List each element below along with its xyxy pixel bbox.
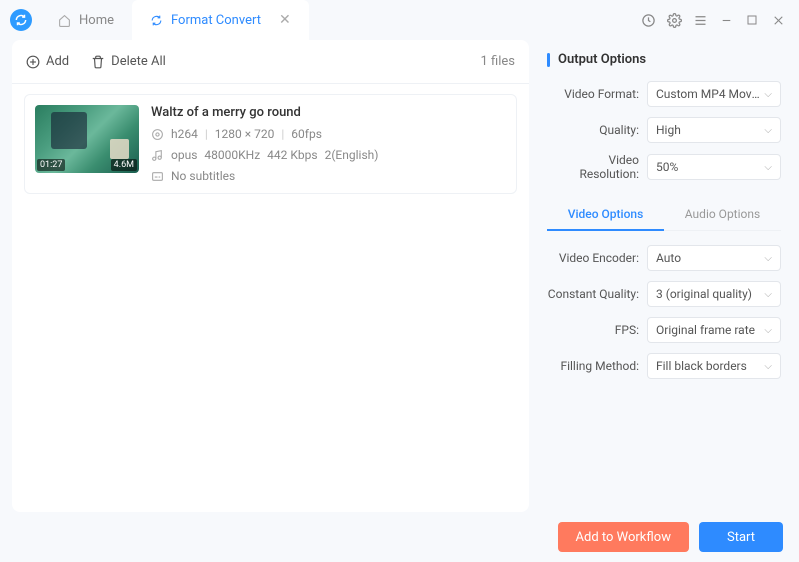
video-format-select[interactable]: Custom MP4 Movie(…⌵	[647, 81, 781, 107]
minimize-icon[interactable]	[715, 9, 737, 31]
subtitle-icon	[151, 170, 164, 183]
file-title: Waltz of a merry go round	[151, 105, 506, 120]
resolution-select[interactable]: 50%⌵	[647, 154, 781, 180]
tab-home-label: Home	[79, 13, 114, 28]
video-options-tab[interactable]: Video Options	[547, 199, 664, 231]
resolution-label: Video Resolution:	[547, 153, 647, 181]
footer: Add to Workflow Start	[0, 512, 799, 562]
video-format-label: Video Format:	[547, 87, 647, 101]
chevron-down-icon: ⌵	[764, 125, 772, 136]
add-label: Add	[46, 54, 69, 69]
add-to-workflow-button[interactable]: Add to Workflow	[558, 522, 689, 552]
history-icon[interactable]	[637, 9, 659, 31]
duration-badge: 01:27	[37, 159, 65, 171]
filling-method-label: Filling Method:	[547, 359, 647, 373]
plus-icon	[26, 55, 40, 69]
chevron-down-icon: ⌵	[764, 289, 772, 300]
constant-quality-select[interactable]: 3 (original quality)⌵	[647, 281, 781, 307]
subtitle-meta-row: No subtitles	[151, 169, 506, 183]
file-panel: Add Delete All 1 files 01:27 4.6M Waltz …	[12, 40, 529, 512]
tab-home[interactable]: Home	[40, 0, 132, 40]
video-meta-row: h264| 1280 × 720| 60fps	[151, 127, 506, 141]
file-item[interactable]: 01:27 4.6M Waltz of a merry go round h26…	[24, 94, 517, 194]
chevron-down-icon: ⌵	[764, 253, 772, 264]
quality-select[interactable]: High⌵	[647, 117, 781, 143]
start-button[interactable]: Start	[699, 522, 783, 552]
filling-method-select[interactable]: Fill black borders⌵	[647, 353, 781, 379]
home-icon	[58, 14, 71, 27]
trash-icon	[91, 55, 105, 69]
close-window-icon[interactable]	[767, 9, 789, 31]
chevron-down-icon: ⌵	[764, 361, 772, 372]
toolbar: Add Delete All 1 files	[12, 40, 529, 84]
chevron-down-icon: ⌵	[764, 325, 772, 336]
delete-all-button[interactable]: Delete All	[91, 54, 166, 69]
video-encoder-select[interactable]: Auto⌵	[647, 245, 781, 271]
title-bar: Home Format Convert ✕	[0, 0, 799, 40]
tab-format-convert[interactable]: Format Convert ✕	[132, 0, 309, 40]
video-encoder-label: Video Encoder:	[547, 251, 647, 265]
fps-label: FPS:	[547, 323, 647, 337]
menu-icon[interactable]	[689, 9, 711, 31]
output-options-heading: Output Options	[547, 52, 781, 67]
audio-icon	[151, 149, 164, 162]
delete-all-label: Delete All	[111, 54, 166, 69]
chevron-down-icon: ⌵	[764, 162, 772, 173]
video-icon	[151, 128, 164, 141]
options-panel: Output Options Video Format: Custom MP4 …	[537, 40, 787, 512]
app-logo	[10, 9, 32, 31]
tab-convert-label: Format Convert	[171, 13, 261, 28]
settings-icon[interactable]	[663, 9, 685, 31]
constant-quality-label: Constant Quality:	[547, 287, 647, 301]
add-button[interactable]: Add	[26, 54, 69, 69]
file-thumbnail: 01:27 4.6M	[35, 105, 139, 173]
maximize-icon[interactable]	[741, 9, 763, 31]
audio-meta-row: opus 48000KHz 442 Kbps 2(English)	[151, 148, 506, 162]
quality-label: Quality:	[547, 123, 647, 137]
refresh-icon	[150, 14, 163, 27]
close-tab-icon[interactable]: ✕	[279, 12, 291, 28]
fps-select[interactable]: Original frame rate⌵	[647, 317, 781, 343]
chevron-down-icon: ⌵	[764, 89, 772, 100]
file-count: 1 files	[481, 54, 516, 69]
size-badge: 4.6M	[111, 159, 137, 171]
audio-options-tab[interactable]: Audio Options	[664, 199, 781, 230]
